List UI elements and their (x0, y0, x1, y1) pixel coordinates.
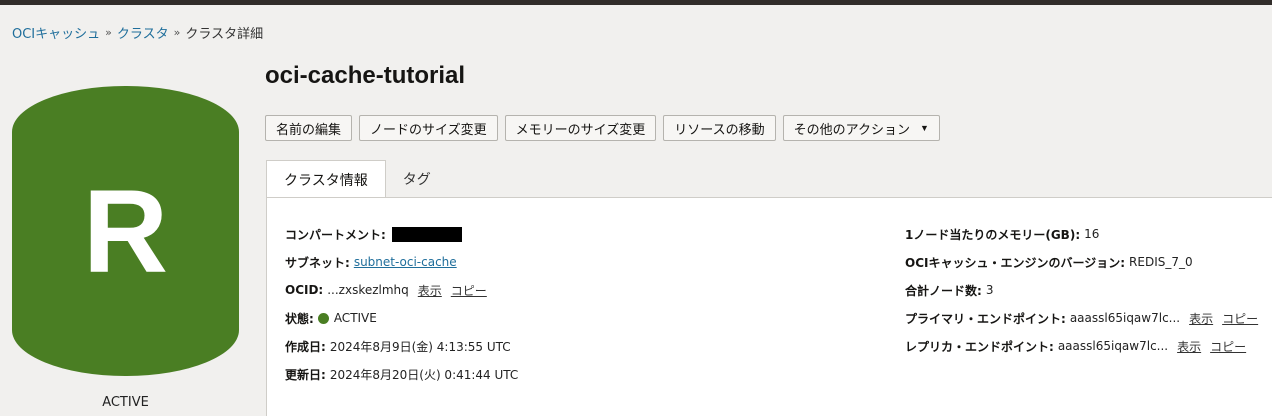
replica-endpoint-value: aaassl65iqaw7lc... (1057, 339, 1169, 353)
updated-row: 更新日: 2024年8月20日(火) 0:41:44 UTC (285, 360, 518, 388)
ocid-value: ...zxskezlmhq (327, 283, 409, 297)
redacted-compartment (391, 226, 462, 242)
nodes-value: 3 (985, 283, 994, 297)
primary-endpoint-label: プライマリ・エンドポイント: (905, 311, 1066, 326)
ocid-show-link[interactable]: 表示 (418, 282, 442, 299)
edit-name-button[interactable]: 名前の編集 (265, 115, 353, 141)
action-toolbar: 名前の編集 ノードのサイズ変更 メモリーのサイズ変更 リソースの移動 その他のア… (265, 115, 940, 141)
subnet-link[interactable]: subnet-oci-cache (354, 255, 457, 269)
created-row: 作成日: 2024年8月9日(金) 4:13:55 UTC (285, 332, 518, 360)
tab-tags[interactable]: タグ (386, 160, 448, 198)
breadcrumb-oci-cache[interactable]: OCIキャッシュ (12, 23, 100, 42)
resize-memory-button[interactable]: メモリーのサイズ変更 (504, 115, 657, 141)
breadcrumb-separator: » (173, 26, 181, 39)
memory-row: 1ノード当たりのメモリー(GB): 16 (905, 220, 1258, 248)
top-bar (0, 0, 1272, 5)
resource-badge-icon: R (12, 86, 239, 376)
move-resource-button[interactable]: リソースの移動 (663, 115, 776, 141)
caret-down-icon: ▼ (919, 123, 929, 133)
details-left-column: コンパートメント: サブネット: subnet-oci-cache OCID: … (285, 220, 518, 388)
compartment-label: コンパートメント: (285, 227, 386, 242)
replica-endpoint-copy-link[interactable]: コピー (1210, 338, 1246, 355)
created-value: 2024年8月9日(金) 4:13:55 UTC (329, 339, 511, 354)
breadcrumb-current: クラスタ詳細 (185, 27, 264, 42)
replica-endpoint-show-link[interactable]: 表示 (1177, 338, 1201, 355)
breadcrumb: OCIキャッシュ » クラスタ » クラスタ詳細 (12, 23, 263, 42)
subnet-row: サブネット: subnet-oci-cache (285, 248, 518, 276)
primary-endpoint-show-link[interactable]: 表示 (1189, 310, 1213, 327)
subnet-label: サブネット: (285, 255, 350, 270)
state-value: ACTIVE (333, 311, 377, 325)
engine-value: REDIS_7_0 (1129, 255, 1193, 269)
engine-label: OCIキャッシュ・エンジンのバージョン: (905, 255, 1126, 270)
memory-value: 16 (1084, 227, 1100, 241)
ocid-label: OCID: (285, 283, 324, 297)
details-right-column: 1ノード当たりのメモリー(GB): 16 OCIキャッシュ・エンジンのバージョン… (905, 220, 1258, 360)
status-dot-icon (317, 312, 329, 324)
more-actions-button[interactable]: その他のアクション ▼ (782, 115, 940, 141)
breadcrumb-clusters[interactable]: クラスタ (117, 23, 169, 42)
engine-row: OCIキャッシュ・エンジンのバージョン: REDIS_7_0 (905, 248, 1258, 276)
resize-nodes-button[interactable]: ノードのサイズ変更 (359, 115, 498, 141)
badge-status: ACTIVE (102, 395, 149, 410)
replica-endpoint-row: レプリカ・エンドポイント: aaassl65iqaw7lc... 表示 コピー (905, 332, 1258, 360)
primary-endpoint-row: プライマリ・エンドポイント: aaassl65iqaw7lc... 表示 コピー (905, 304, 1258, 332)
breadcrumb-separator: » (105, 26, 112, 39)
nodes-row: 合計ノード数: 3 (905, 276, 1258, 304)
memory-label: 1ノード当たりのメモリー(GB): (905, 227, 1081, 242)
ocid-copy-link[interactable]: コピー (451, 282, 487, 299)
state-row: 状態: ACTIVE (285, 304, 518, 332)
cluster-info-panel: コンパートメント: サブネット: subnet-oci-cache OCID: … (266, 197, 1272, 416)
tab-bar: クラスタ情報 タグ (266, 160, 448, 198)
ocid-row: OCID: ...zxskezlmhq 表示 コピー (285, 276, 518, 304)
primary-endpoint-value: aaassl65iqaw7lc... (1069, 311, 1181, 325)
created-label: 作成日: (285, 339, 326, 354)
state-label: 状態: (285, 311, 314, 326)
tab-cluster-info[interactable]: クラスタ情報 (266, 160, 386, 198)
nodes-label: 合計ノード数: (905, 283, 982, 298)
primary-endpoint-copy-link[interactable]: コピー (1222, 310, 1258, 327)
updated-value: 2024年8月20日(火) 0:41:44 UTC (329, 367, 519, 382)
more-actions-label: その他のアクション (793, 121, 910, 137)
page-title: oci-cache-tutorial (265, 62, 466, 89)
badge-letter: R (82, 166, 169, 298)
replica-endpoint-label: レプリカ・エンドポイント: (905, 339, 1054, 354)
compartment-row: コンパートメント: (285, 220, 518, 248)
updated-label: 更新日: (285, 367, 326, 382)
